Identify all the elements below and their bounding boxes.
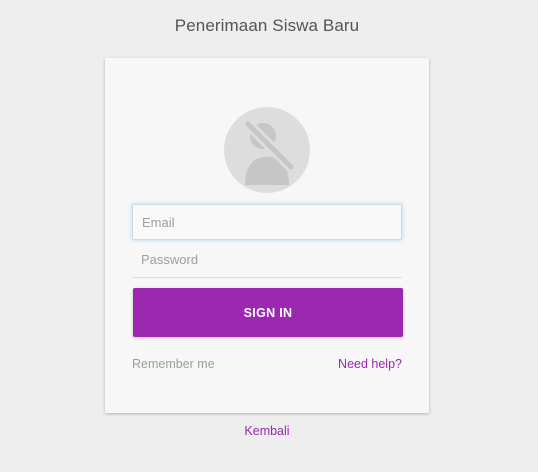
login-card: SIGN IN Remember me Need help? (105, 58, 429, 413)
login-page: Penerimaan Siswa Baru SIGN IN Remember m… (0, 0, 538, 472)
email-field[interactable] (132, 204, 402, 240)
back-link[interactable]: Kembali (0, 424, 534, 438)
remember-me-label[interactable]: Remember me (132, 357, 215, 371)
password-field[interactable] (132, 242, 402, 278)
page-title: Penerimaan Siswa Baru (174, 16, 360, 35)
user-slash-icon (224, 107, 310, 193)
sign-in-button[interactable]: SIGN IN (133, 288, 403, 337)
need-help-link[interactable]: Need help? (338, 357, 402, 371)
